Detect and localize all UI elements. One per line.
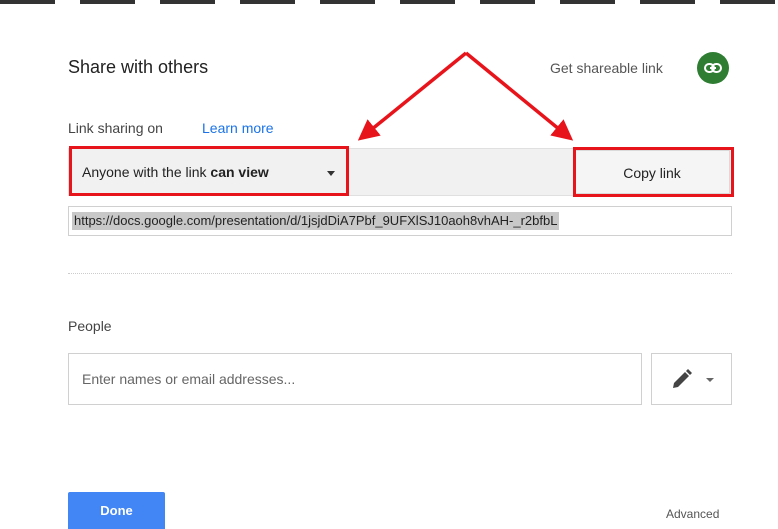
divider (68, 273, 732, 274)
annotation-box-copy-link (573, 147, 734, 197)
chevron-down-icon[interactable] (706, 378, 714, 382)
pencil-icon (673, 369, 692, 388)
people-placeholder: Enter names or email addresses... (82, 371, 296, 387)
advanced-link[interactable]: Advanced (666, 507, 719, 521)
link-icon[interactable] (697, 52, 729, 84)
share-url-field[interactable]: https://docs.google.com/presentation/d/1… (68, 206, 732, 236)
link-sharing-status: Link sharing on (68, 120, 163, 136)
people-label: People (68, 318, 112, 334)
learn-more-link[interactable]: Learn more (202, 120, 274, 136)
share-url-text: https://docs.google.com/presentation/d/1… (72, 212, 560, 230)
annotation-arrows (357, 51, 574, 141)
dialog-title: Share with others (68, 57, 209, 77)
top-border (0, 0, 778, 4)
annotation-box-access-level (69, 146, 349, 196)
annotation-arrow-left (357, 51, 468, 141)
get-shareable-link[interactable]: Get shareable link (550, 60, 663, 76)
done-button[interactable]: Done (68, 492, 165, 529)
permission-dropdown-button[interactable] (651, 353, 732, 405)
